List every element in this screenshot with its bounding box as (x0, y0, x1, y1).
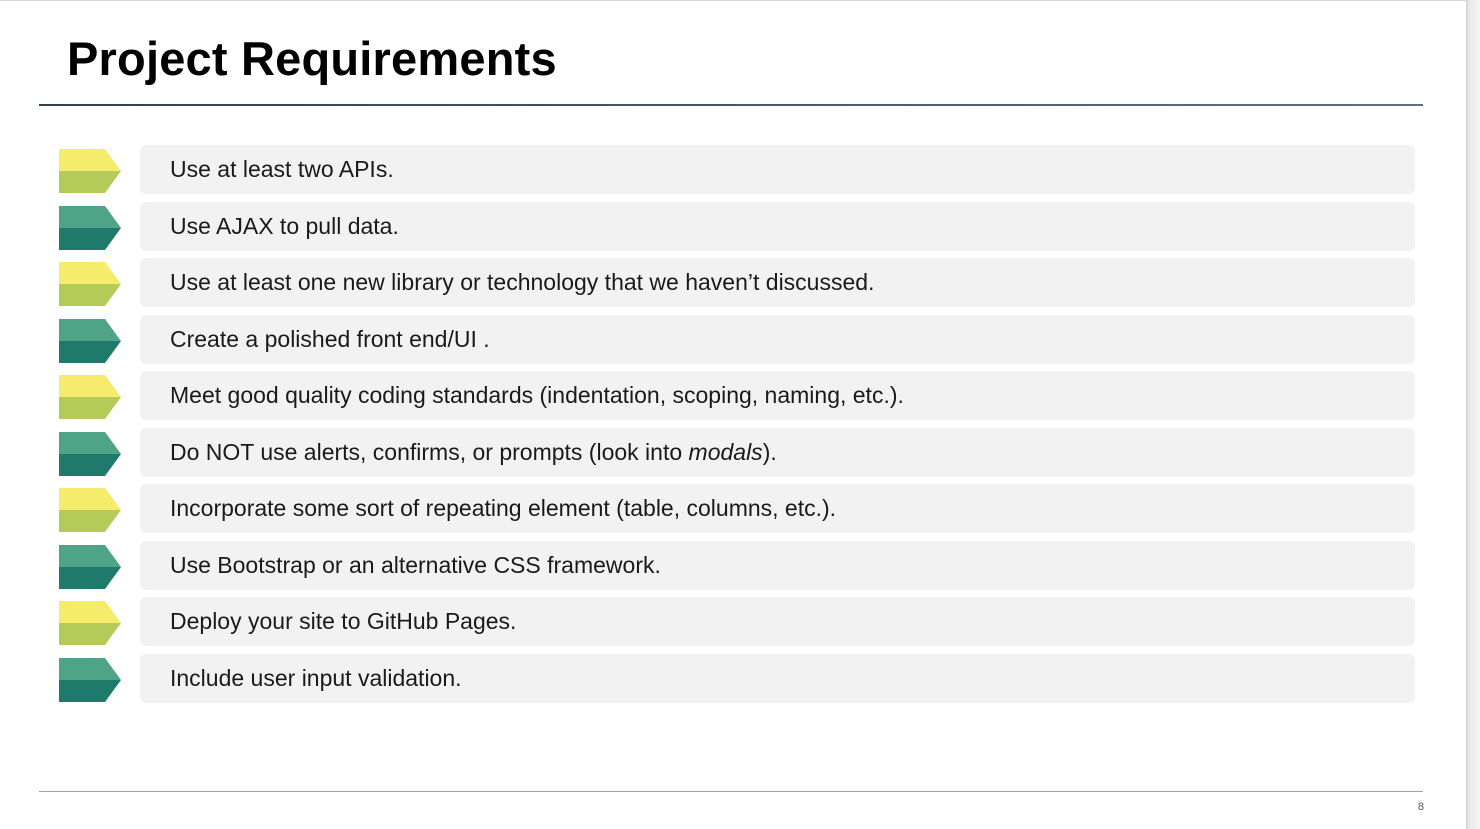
chevron-marker-icon (59, 544, 121, 589)
requirement-item: Use AJAX to pull data. (59, 201, 1415, 251)
chevron-marker-icon (59, 657, 121, 702)
requirements-list: Use at least two APIs. Use AJAX to pull … (59, 145, 1415, 710)
requirement-box: Create a polished front end/UI . (140, 314, 1415, 364)
requirement-item: Meet good quality coding standards (inde… (59, 371, 1415, 420)
requirement-text: Incorporate some sort of repeating eleme… (170, 495, 837, 521)
chevron-marker-icon (59, 601, 121, 645)
requirement-text: Do NOT use alerts, confirms, or prompts … (170, 439, 777, 466)
slide-title: Project Requirements (67, 32, 557, 85)
requirement-item: Deploy your site to GitHub Pages. (59, 597, 1415, 646)
requirement-item: Incorporate some sort of repeating eleme… (59, 484, 1415, 533)
page-number: 8 (1417, 801, 1424, 813)
footer-divider (39, 791, 1423, 792)
requirement-text: Use at least two APIs. (170, 156, 394, 182)
requirement-text: Use AJAX to pull data. (170, 212, 399, 239)
requirement-item: Use at least one new library or technolo… (59, 258, 1415, 307)
requirement-box: Use AJAX to pull data. (140, 201, 1415, 251)
title-divider (39, 104, 1423, 106)
requirement-text: Deploy your site to GitHub Pages. (170, 608, 517, 634)
chevron-marker-icon (59, 375, 121, 419)
slide-edge-shadow (1466, 0, 1480, 829)
requirement-box: Meet good quality coding standards (inde… (140, 371, 1415, 420)
requirement-text-part: Do NOT use alerts, confirms, or prompts … (170, 438, 689, 465)
requirement-text: Use at least one new library or technolo… (170, 269, 875, 295)
requirement-box: Use at least one new library or technolo… (140, 258, 1415, 307)
chevron-marker-icon (59, 431, 121, 476)
requirement-text-emphasis: modals (688, 438, 763, 465)
chevron-marker-icon (59, 262, 121, 306)
requirement-item: Create a polished front end/UI . (59, 314, 1415, 364)
requirement-box: Deploy your site to GitHub Pages. (140, 597, 1415, 646)
requirement-text-part: ). (762, 438, 777, 465)
requirement-item: Do NOT use alerts, confirms, or prompts … (59, 427, 1415, 477)
requirement-text: Use Bootstrap or an alternative CSS fram… (170, 551, 661, 578)
requirement-box: Use Bootstrap or an alternative CSS fram… (140, 540, 1415, 590)
chevron-marker-icon (59, 149, 121, 193)
requirement-box: Do NOT use alerts, confirms, or prompts … (140, 427, 1415, 477)
requirement-text: Include user input validation. (170, 664, 462, 691)
chevron-marker-icon (59, 488, 121, 532)
requirement-box: Incorporate some sort of repeating eleme… (140, 484, 1415, 533)
chevron-marker-icon (59, 205, 121, 250)
requirement-item: Include user input validation. (59, 653, 1415, 703)
requirement-box: Include user input validation. (140, 653, 1415, 703)
requirement-item: Use at least two APIs. (59, 145, 1415, 194)
chevron-marker-icon (59, 318, 121, 363)
requirement-box: Use at least two APIs. (140, 145, 1415, 194)
requirement-item: Use Bootstrap or an alternative CSS fram… (59, 540, 1415, 590)
slide: Project Requirements Use at least two AP… (0, 0, 1466, 829)
requirement-text: Meet good quality coding standards (inde… (170, 382, 904, 408)
requirement-text: Create a polished front end/UI . (170, 325, 490, 352)
